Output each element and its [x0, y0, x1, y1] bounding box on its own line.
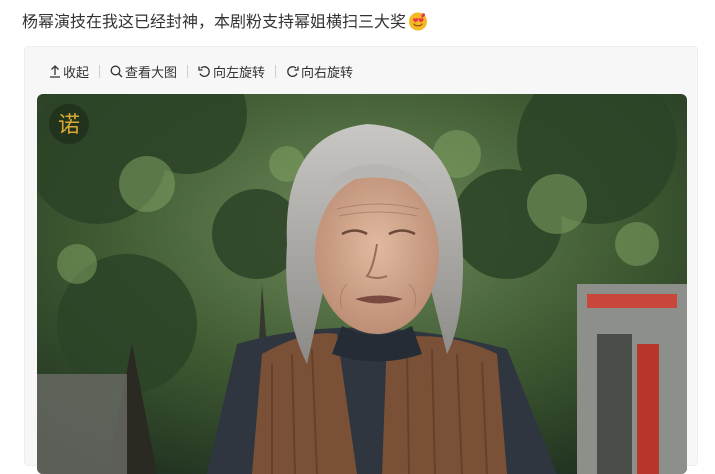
- view-large-button[interactable]: 查看大图: [110, 62, 177, 81]
- toolbar-divider: [275, 64, 277, 78]
- post-text-content: 杨幂演技在我这已经封神，本剧粉支持幂姐横扫三大奖: [22, 12, 407, 31]
- image-toolbar: 收起 查看大图 向左旋转 向右旋转: [49, 61, 353, 81]
- collapse-button[interactable]: 收起: [49, 62, 89, 81]
- toolbar-divider: [99, 64, 101, 78]
- search-icon: [110, 65, 123, 77]
- drama-still-photo[interactable]: 诺: [37, 94, 687, 474]
- toolbar-divider: [187, 64, 189, 78]
- rotate-left-label: 向左旋转: [213, 65, 266, 81]
- rotate-right-icon: [287, 65, 299, 77]
- view-large-label: 查看大图: [125, 65, 178, 81]
- rotate-right-button[interactable]: 向右旋转: [286, 62, 353, 81]
- svg-text:诺: 诺: [58, 113, 80, 138]
- collapse-label: 收起: [63, 65, 90, 81]
- heart-eyes-emoji-icon: [408, 11, 428, 31]
- rotate-left-button[interactable]: 向左旋转: [198, 62, 265, 81]
- watermark-logo: 诺: [49, 104, 89, 144]
- post-text: 杨幂演技在我这已经封神，本剧粉支持幂姐横扫三大奖: [22, 10, 428, 34]
- rotate-left-icon: [198, 65, 210, 77]
- media-card: 收起 查看大图 向左旋转 向右旋转 诺: [24, 46, 698, 474]
- arrow-up-icon: [50, 64, 60, 78]
- rotate-right-label: 向右旋转: [301, 65, 354, 81]
